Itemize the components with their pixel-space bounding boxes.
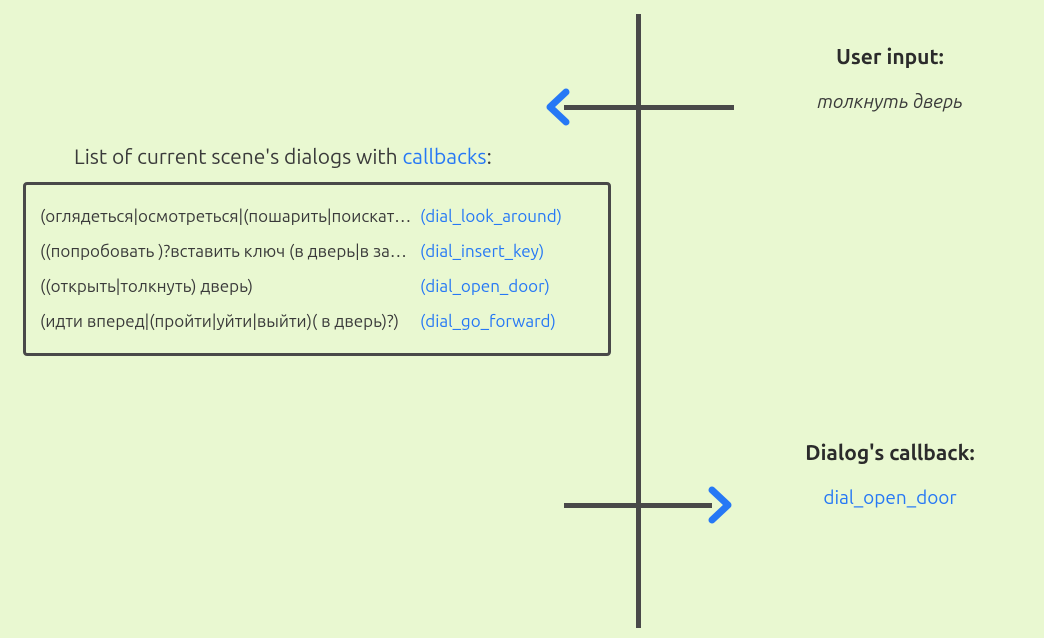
arrow-input-track (564, 105, 734, 110)
table-row: ((попробовать )?вставить ключ (в дверь|в… (40, 234, 592, 269)
dialog-callback: (dial_go_forward) (420, 312, 556, 331)
dialog-pattern: (оглядеться|осмотреться|(пошарить|поиска… (40, 207, 420, 226)
dialogs-heading: List of current scene's dialogs with cal… (74, 144, 492, 168)
dialog-pattern: (идти вперед|(пройти|уйти|выйти)( в двер… (40, 312, 420, 331)
dialog-callback: (dial_look_around) (420, 207, 562, 226)
dialog-callback: (dial_insert_key) (420, 242, 544, 261)
callback-heading: Dialog's callback: (750, 440, 1030, 464)
user-input-value: толкнуть дверь (750, 90, 1030, 112)
dialogs-heading-prefix: List of current scene's dialogs with (74, 144, 402, 168)
dialogs-table: (оглядеться|осмотреться|(пошарить|поиска… (23, 182, 611, 356)
table-row: ((открыть|толкнуть) дверь) (dial_open_do… (40, 269, 592, 304)
table-row: (идти вперед|(пройти|уйти|выйти)( в двер… (40, 304, 592, 339)
table-row: (оглядеться|осмотреться|(пошарить|поиска… (40, 199, 592, 234)
dialogs-heading-accent: callbacks (402, 144, 486, 168)
arrow-left-icon (542, 88, 572, 126)
dialog-pattern: ((открыть|толкнуть) дверь) (40, 277, 420, 296)
callback-value: dial_open_door (750, 486, 1030, 508)
dialogs-heading-suffix: : (487, 144, 492, 168)
arrow-right-icon (706, 486, 736, 524)
dialog-callback: (dial_open_door) (420, 277, 550, 296)
dialog-pattern: ((попробовать )?вставить ключ (в дверь|в… (40, 242, 420, 261)
arrow-output-track (564, 503, 712, 508)
user-input-heading: User input: (750, 44, 1030, 68)
